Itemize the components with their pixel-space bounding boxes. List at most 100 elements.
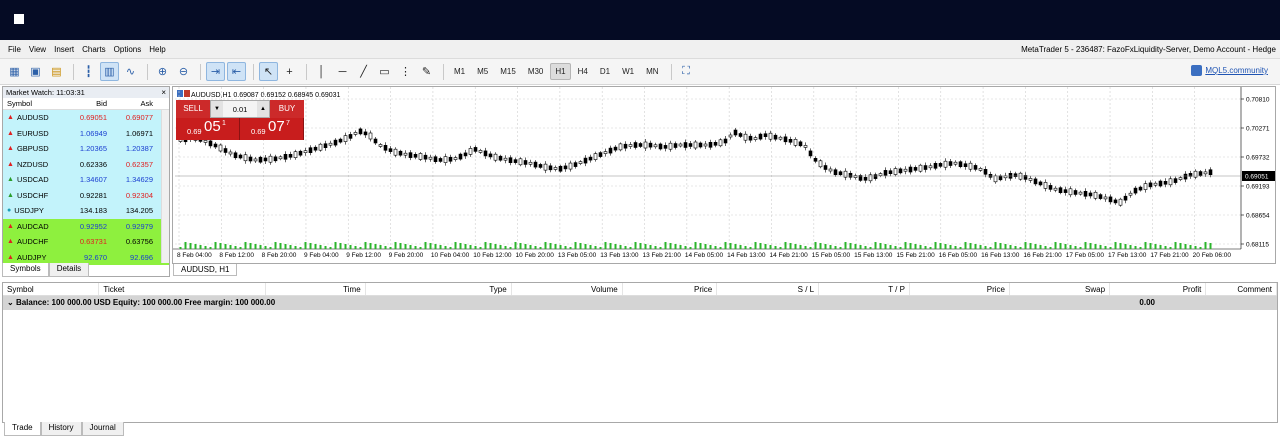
column-bid[interactable]: Bid	[65, 98, 111, 109]
buy-button[interactable]: BUY	[270, 100, 304, 118]
market-watch-row[interactable]: ▲ USDCHF 0.92281 0.92304	[3, 187, 169, 203]
close-icon[interactable]: ×	[161, 87, 166, 98]
volume-field[interactable]: ▼ 0.01 ▲	[210, 100, 270, 118]
sell-button[interactable]: SELL	[176, 100, 210, 118]
tab-details[interactable]: Details	[48, 263, 90, 277]
candle-body	[713, 141, 718, 146]
market-watch-row[interactable]: ▲ USDCAD 1.34607 1.34629	[3, 172, 169, 188]
market-watch-row[interactable]: ▲ NZDUSD 0.62336 0.62357	[3, 156, 169, 172]
menu-options[interactable]: Options	[110, 45, 146, 54]
menu-insert[interactable]: Insert	[50, 45, 78, 54]
column-volume[interactable]: Volume	[512, 283, 623, 295]
tab-symbols[interactable]: Symbols	[2, 263, 49, 277]
column-symbol[interactable]: Symbol	[3, 283, 100, 295]
column-ask[interactable]: Ask	[111, 98, 157, 109]
volume-bar	[214, 242, 217, 249]
menu-help[interactable]: Help	[145, 45, 169, 54]
column-comment[interactable]: Comment	[1206, 283, 1277, 295]
fullscreen-icon[interactable]: ⛶	[677, 62, 696, 81]
volume-bar	[569, 247, 572, 249]
new-chart-icon[interactable]: ▦	[5, 62, 24, 81]
text-icon[interactable]: ▭	[375, 62, 394, 81]
symbol-name: AUDUSD	[16, 113, 49, 122]
column-price[interactable]: Price	[623, 283, 718, 295]
mql5-community-link[interactable]: MQL5.community	[1191, 65, 1268, 76]
market-watch-scrollbar[interactable]	[161, 110, 169, 263]
timeframe-mn[interactable]: MN	[641, 63, 663, 80]
volume-value[interactable]: 0.01	[223, 105, 257, 114]
balance-row[interactable]: ⌄ Balance: 100 000.00 USD Equity: 100 00…	[3, 296, 1277, 310]
bar-chart-icon[interactable]: ┇	[79, 62, 98, 81]
column-symbol[interactable]: Symbol	[3, 98, 65, 109]
volume-bar	[914, 244, 917, 249]
tab-audusd-h1[interactable]: AUDUSD, H1	[173, 264, 238, 276]
volume-bar	[1139, 247, 1142, 249]
candle-body	[298, 150, 303, 156]
timeframe-m1[interactable]: M1	[449, 63, 470, 80]
buy-price-sup: 7	[286, 120, 290, 127]
column-s-l[interactable]: S / L	[717, 283, 820, 295]
tab-trade[interactable]: Trade	[4, 422, 41, 436]
column-ticket[interactable]: Ticket	[99, 283, 266, 295]
collapse-icon[interactable]: ⌄	[7, 298, 16, 307]
candle-body	[413, 154, 418, 158]
column-price[interactable]: Price	[910, 283, 1010, 295]
volume-bar	[449, 247, 452, 249]
objects-icon[interactable]: ✎	[417, 62, 436, 81]
menu-view[interactable]: View	[25, 45, 50, 54]
volume-bar	[179, 247, 182, 249]
timeframe-m30[interactable]: M30	[523, 63, 549, 80]
volume-bar	[1094, 244, 1097, 249]
menu-file[interactable]: File	[0, 45, 25, 54]
line-chart-icon[interactable]: ∿	[121, 62, 140, 81]
market-watch-row[interactable]: ▲ AUDCAD 0.92952 0.92979	[3, 218, 169, 234]
chevron-down-icon[interactable]: ▼	[211, 101, 223, 117]
tab-history[interactable]: History	[40, 422, 82, 436]
auto-scroll-icon[interactable]: ⇥	[206, 62, 225, 81]
timeframe-m5[interactable]: M5	[472, 63, 493, 80]
profiles-icon[interactable]: ▣	[26, 62, 45, 81]
column-swap[interactable]: Swap	[1010, 283, 1111, 295]
column-profit[interactable]: Profit	[1110, 283, 1207, 295]
zoom-in-icon[interactable]: ⊕	[153, 62, 172, 81]
chart-window[interactable]: AUDUSD,H1 0.69087 0.69152 0.68945 0.6903…	[172, 86, 1277, 278]
market-watch-row[interactable]: ▲ AUDCHF 0.63731 0.63756	[3, 234, 169, 250]
market-watch-row[interactable]: ▲ EURUSD 1.06949 1.06971	[3, 125, 169, 141]
volume-bar	[399, 243, 402, 249]
market-watch-row[interactable]: ▲ GBPUSD 1.20365 1.20387	[3, 141, 169, 157]
candle-body	[613, 146, 618, 151]
vertical-line-icon[interactable]: │	[312, 62, 331, 81]
zoom-out-icon[interactable]: ⊖	[174, 62, 193, 81]
tab-journal[interactable]: Journal	[81, 422, 124, 436]
crosshair-icon[interactable]: +	[280, 62, 299, 81]
market-watch-row[interactable]: ● USDJPY 134.183 134.205	[3, 203, 169, 219]
chevron-up-icon[interactable]: ▲	[257, 101, 269, 117]
timeframe-w1[interactable]: W1	[617, 63, 639, 80]
chart-shift-icon[interactable]: ⇤	[227, 62, 246, 81]
menu-charts[interactable]: Charts	[78, 45, 110, 54]
algo-trading-icon[interactable]: ▤	[47, 62, 66, 81]
buy-price[interactable]: 0.69 07 7	[240, 118, 304, 140]
timeframe-h4[interactable]: H4	[573, 63, 593, 80]
timeframe-m15[interactable]: M15	[495, 63, 521, 80]
candle-body	[913, 167, 918, 171]
candle-body	[313, 146, 318, 151]
volume-bar	[709, 245, 712, 249]
trend-line-icon[interactable]: ╱	[354, 62, 373, 81]
column-type[interactable]: Type	[366, 283, 512, 295]
timeframe-d1[interactable]: D1	[595, 63, 615, 80]
column-time[interactable]: Time	[266, 283, 366, 295]
symbol-name: EURUSD	[16, 128, 49, 138]
column-t-p[interactable]: T / P	[819, 283, 910, 295]
candlestick-chart-icon[interactable]: ▥	[100, 62, 119, 81]
horizontal-line-icon[interactable]: ─	[333, 62, 352, 81]
candle-body	[1208, 169, 1213, 175]
price-chart[interactable]: AUDUSD,H1 0.69087 0.69152 0.68945 0.6903…	[173, 87, 1277, 278]
candle-body	[1178, 177, 1183, 180]
cursor-icon[interactable]: ↖	[259, 62, 278, 81]
timeframe-h1[interactable]: H1	[550, 63, 571, 80]
market-watch-row[interactable]: ▲ AUDUSD 0.69051 0.69077	[3, 110, 169, 126]
sell-price[interactable]: 0.69 05 1	[176, 118, 240, 140]
volume-bar	[684, 246, 687, 249]
fibonacci-icon[interactable]: ⋮	[396, 62, 415, 81]
